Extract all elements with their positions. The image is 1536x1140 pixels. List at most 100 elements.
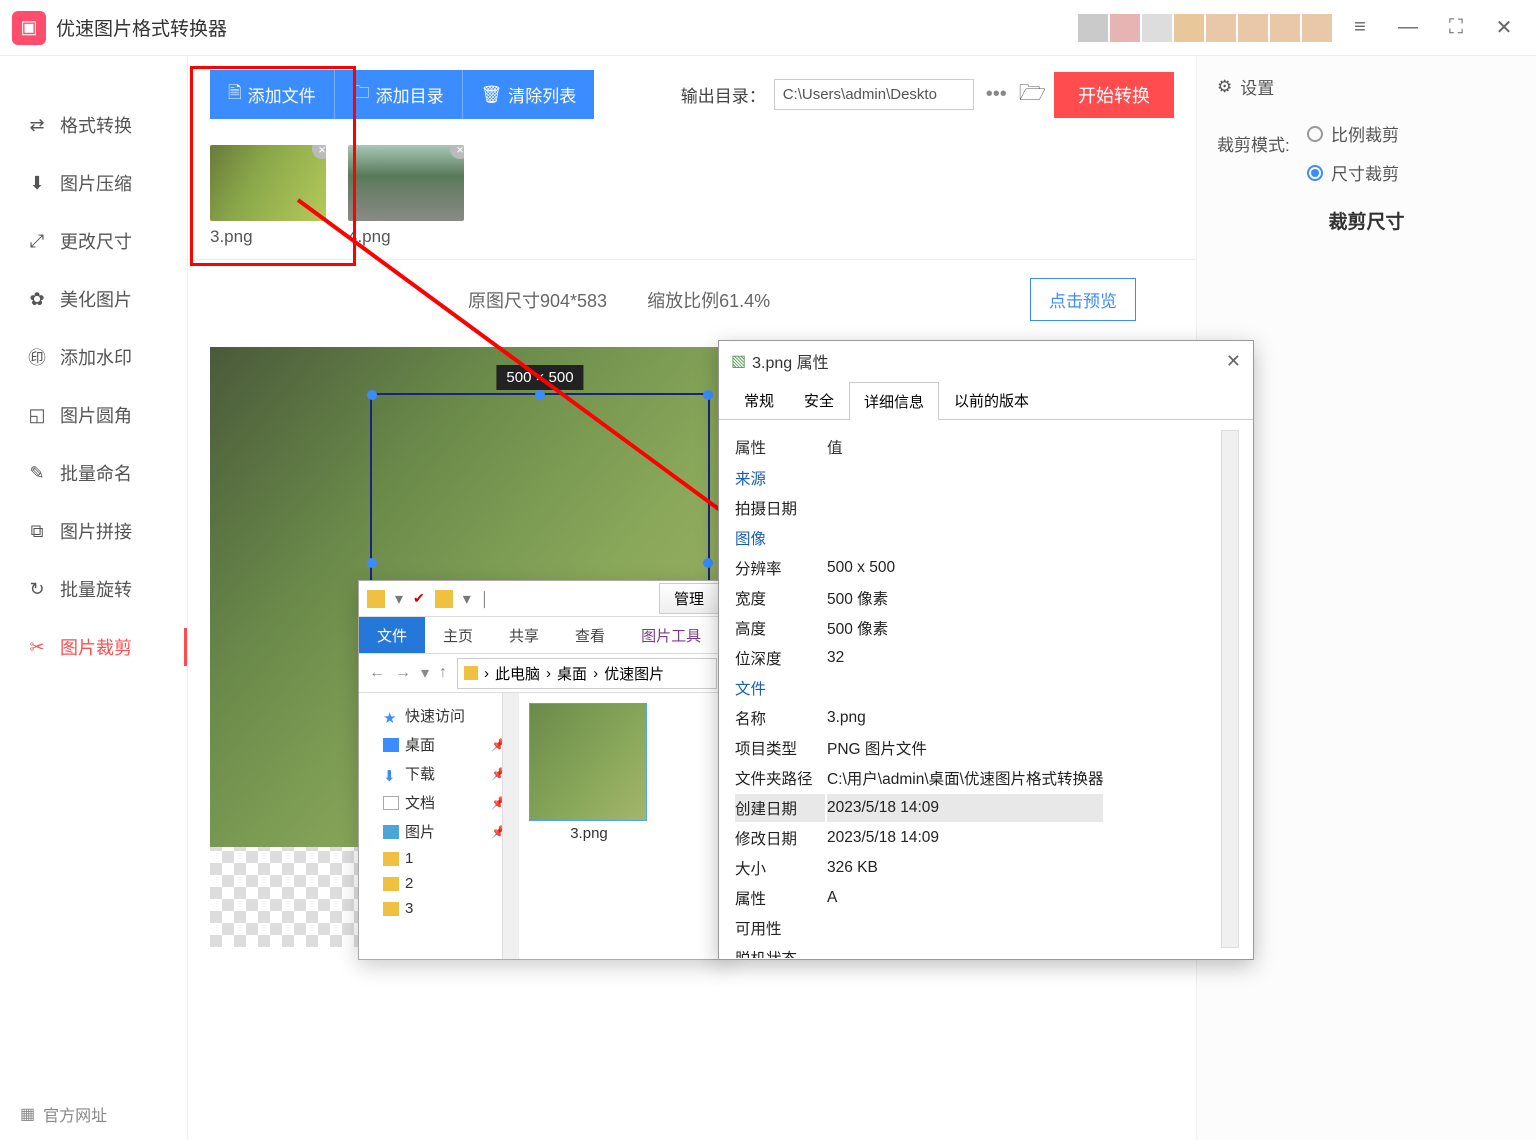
- explorer-tree: ★快速访问 桌面📌 ⬇下载📌 文档📌 图片📌 1 2 3: [359, 693, 519, 959]
- thumbnail-name: 4.png: [348, 227, 468, 247]
- crop-handle[interactable]: [367, 390, 377, 400]
- table-row[interactable]: 名称3.png: [735, 704, 1103, 732]
- file-name: 3.png: [529, 821, 649, 846]
- crop-handle[interactable]: [703, 390, 713, 400]
- properties-dialog: ▧ 3.png 属性 ✕ 常规 安全 详细信息 以前的版本 属性值 来源 拍摄日…: [718, 340, 1254, 960]
- sidebar-item-rotate[interactable]: ↻批量旋转: [0, 560, 187, 618]
- menu-icon[interactable]: ≡: [1340, 8, 1380, 48]
- table-row[interactable]: 可用性: [735, 914, 1103, 942]
- table-row[interactable]: 项目类型PNG 图片文件: [735, 734, 1103, 762]
- sidebar-label: 批量旋转: [60, 576, 132, 602]
- maximize-button[interactable]: ⛶: [1436, 8, 1476, 48]
- web-icon: ▦: [20, 1104, 35, 1124]
- table-row[interactable]: 拍摄日期: [735, 494, 1103, 522]
- nav-forward-icon[interactable]: →: [395, 664, 411, 682]
- sidebar-item-beautify[interactable]: ✿美化图片: [0, 270, 187, 328]
- sidebar-item-compress[interactable]: ⬇图片压缩: [0, 154, 187, 212]
- file-item[interactable]: 3.png: [529, 703, 649, 846]
- minimize-button[interactable]: —: [1388, 8, 1428, 48]
- sidebar-item-rename[interactable]: ✎批量命名: [0, 444, 187, 502]
- tab-share[interactable]: 共享: [491, 617, 557, 653]
- folder-icon: [435, 590, 453, 608]
- thumbnail-image: ×: [210, 145, 326, 221]
- table-row[interactable]: 脱机状态: [735, 944, 1103, 958]
- add-file-button[interactable]: 🗎添加文件: [210, 70, 334, 119]
- explorer-titlebar[interactable]: ▾ ✔ ▾ │ 管理: [359, 581, 727, 617]
- sidebar-item-resize[interactable]: ⤢更改尺寸: [0, 212, 187, 270]
- image-file-icon: ▧: [731, 351, 746, 371]
- official-site-link[interactable]: ▦官方网址: [20, 1102, 107, 1126]
- properties-tabs: 常规 安全 详细信息 以前的版本: [719, 381, 1253, 420]
- tab-general[interactable]: 常规: [729, 381, 789, 419]
- properties-titlebar[interactable]: ▧ 3.png 属性 ✕: [719, 341, 1253, 381]
- remove-thumb-button[interactable]: ×: [312, 145, 326, 159]
- output-path-input[interactable]: [774, 79, 974, 110]
- settings-header: ⚙设置: [1197, 56, 1536, 117]
- crop-handle[interactable]: [703, 558, 713, 568]
- table-row[interactable]: 分辨率500 x 500: [735, 554, 1103, 582]
- radio-size-crop[interactable]: 尺寸裁剪: [1307, 160, 1399, 185]
- table-row[interactable]: 文件夹路径C:\用户\admin\桌面\优速图片格式转换器: [735, 764, 1103, 792]
- tree-downloads[interactable]: ⬇下载📌: [365, 759, 512, 788]
- crop-handle[interactable]: [535, 390, 545, 400]
- sidebar-item-format-convert[interactable]: ⇄格式转换: [0, 96, 187, 154]
- table-row[interactable]: 大小326 KB: [735, 854, 1103, 882]
- sidebar-item-merge[interactable]: ⧉图片拼接: [0, 502, 187, 560]
- resize-icon: ⤢: [26, 230, 48, 252]
- manage-tab[interactable]: 管理: [659, 583, 719, 614]
- sidebar-label: 图片压缩: [60, 170, 132, 196]
- tree-folder[interactable]: 2: [365, 871, 512, 896]
- tab-details[interactable]: 详细信息: [849, 382, 939, 420]
- close-icon[interactable]: ✕: [1226, 351, 1241, 372]
- dropdown-icon[interactable]: ▾: [395, 589, 403, 609]
- table-row[interactable]: 宽度500 像素: [735, 584, 1103, 612]
- properties-table: 属性值 来源 拍摄日期 图像 分辨率500 x 500 宽度500 像素 高度5…: [733, 430, 1105, 958]
- start-convert-button[interactable]: 开始转换: [1054, 72, 1174, 118]
- app-logo-icon: ▣: [12, 11, 46, 45]
- rename-icon: ✎: [26, 462, 48, 484]
- tree-documents[interactable]: 文档📌: [365, 788, 512, 817]
- table-row[interactable]: 高度500 像素: [735, 614, 1103, 642]
- tree-desktop[interactable]: 桌面📌: [365, 730, 512, 759]
- more-button[interactable]: •••: [982, 83, 1011, 106]
- sidebar-item-watermark[interactable]: ㊞添加水印: [0, 328, 187, 386]
- tab-home[interactable]: 主页: [425, 617, 491, 653]
- nav-back-icon[interactable]: ←: [369, 664, 385, 682]
- merge-icon: ⧉: [26, 520, 48, 542]
- crop-handle[interactable]: [367, 558, 377, 568]
- nav-up-icon[interactable]: ↑: [439, 664, 447, 682]
- table-row[interactable]: 创建日期2023/5/18 14:09: [735, 794, 1103, 822]
- add-folder-button[interactable]: 🗀添加目录: [334, 70, 462, 119]
- tree-folder[interactable]: 1: [365, 846, 512, 871]
- dropdown-icon[interactable]: ▾: [463, 589, 471, 609]
- nav-recent-icon[interactable]: ▾: [421, 663, 429, 683]
- tab-picture-tools[interactable]: 图片工具: [623, 617, 719, 653]
- table-row[interactable]: 属性A: [735, 884, 1103, 912]
- radio-ratio-crop[interactable]: 比例裁剪: [1307, 121, 1399, 146]
- thumbnail-item[interactable]: × 4.png: [348, 145, 468, 247]
- tab-file[interactable]: 文件: [359, 617, 425, 653]
- close-button[interactable]: ✕: [1484, 8, 1524, 48]
- clear-list-button[interactable]: 🗑清除列表: [462, 70, 595, 119]
- table-row[interactable]: 修改日期2023/5/18 14:09: [735, 824, 1103, 852]
- sidebar-item-crop[interactable]: ✂图片裁剪: [0, 618, 187, 676]
- beautify-icon: ✿: [26, 288, 48, 310]
- remove-thumb-button[interactable]: ×: [450, 145, 464, 159]
- table-row[interactable]: 位深度32: [735, 644, 1103, 672]
- scrollbar[interactable]: [502, 693, 518, 959]
- open-folder-icon[interactable]: 🗁: [1019, 76, 1046, 114]
- tab-security[interactable]: 安全: [789, 381, 849, 419]
- preview-button[interactable]: 点击预览: [1030, 278, 1136, 321]
- tab-view[interactable]: 查看: [557, 617, 623, 653]
- scrollbar[interactable]: [1221, 430, 1239, 948]
- sidebar-item-rounded[interactable]: ◱图片圆角: [0, 386, 187, 444]
- breadcrumb[interactable]: ›此电脑 ›桌面 ›优速图片: [457, 658, 717, 689]
- tab-previous-versions[interactable]: 以前的版本: [939, 381, 1044, 419]
- tree-folder[interactable]: 3: [365, 896, 512, 921]
- folder-icon: [383, 877, 399, 891]
- tree-quick-access[interactable]: ★快速访问: [365, 701, 512, 730]
- explorer-file-list[interactable]: 3.png: [519, 693, 727, 959]
- thumbnail-item[interactable]: × 3.png: [210, 145, 330, 247]
- crop-size-heading: 裁剪尺寸: [1197, 189, 1536, 252]
- tree-pictures[interactable]: 图片📌: [365, 817, 512, 846]
